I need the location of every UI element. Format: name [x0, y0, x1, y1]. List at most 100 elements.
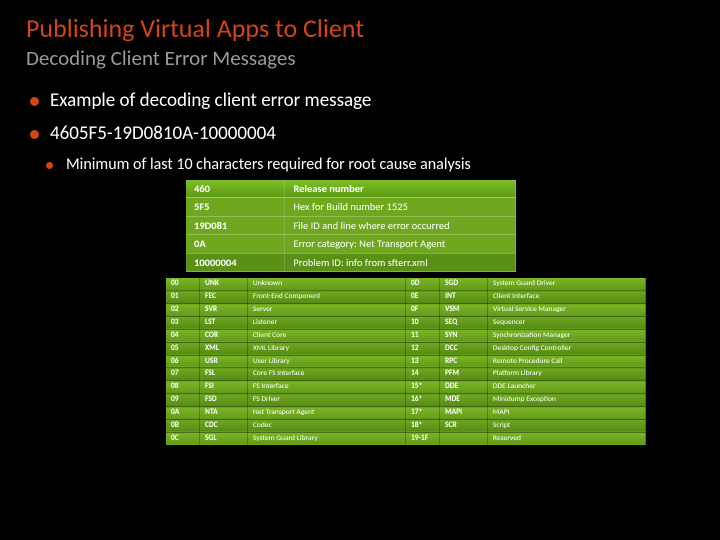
category-row: 04CORClient Core [166, 329, 406, 342]
category-row: 18*SCRScript [406, 419, 646, 432]
category-row: 11SYNSynchronization Manager [406, 329, 646, 342]
category-row: 01FECFront-End Component [166, 291, 406, 304]
category-name: FS Driver [247, 394, 405, 407]
category-abbr: SCR [440, 419, 488, 432]
slide-title: Publishing Virtual Apps to Client [26, 14, 694, 43]
slide-subtitle: Decoding Client Error Messages [26, 45, 694, 71]
category-name: Reserved [487, 432, 645, 445]
category-name: Synchronization Manager [487, 329, 645, 342]
category-code: 0D [406, 278, 440, 290]
category-row: 0ANTANet Transport Agent [166, 407, 406, 420]
category-code: 0F [406, 304, 440, 317]
decode-value: Error category: Net Transport Agent [285, 235, 516, 254]
category-code: 0B [166, 419, 200, 432]
decode-value: File ID and line where error occurred [285, 216, 516, 235]
category-abbr: FEC [200, 291, 248, 304]
category-abbr: RPC [440, 355, 488, 368]
category-name: Minidump Exception [487, 394, 645, 407]
category-name: MAPI [487, 407, 645, 420]
category-abbr: LST [200, 316, 248, 329]
category-name: Front-End Component [247, 291, 405, 304]
category-name: Platform Library [487, 368, 645, 381]
category-code: 13 [406, 355, 440, 368]
category-name: Server [247, 304, 405, 317]
category-abbr: SYN [440, 329, 488, 342]
category-code: 0C [166, 432, 200, 445]
category-name: Core FS Interface [247, 368, 405, 381]
category-row: 09FSDFS Driver [166, 394, 406, 407]
category-code: 15* [406, 381, 440, 394]
category-abbr: DDE [440, 381, 488, 394]
decode-row: 0AError category: Net Transport Agent [186, 235, 516, 254]
category-abbr: VSM [440, 304, 488, 317]
decode-key: 0A [186, 235, 285, 254]
category-row: 07FSLCore FS Interface [166, 368, 406, 381]
category-abbr: DCC [440, 342, 488, 355]
category-name: FS Interface [247, 381, 405, 394]
category-row: 03LSTListener [166, 316, 406, 329]
decode-key: 10000004 [186, 253, 285, 272]
decode-key: 19D081 [186, 216, 285, 235]
category-abbr: SVR [200, 304, 248, 317]
category-row: 06USRUser Library [166, 355, 406, 368]
category-abbr [440, 432, 488, 445]
category-abbr: MDE [440, 394, 488, 407]
category-abbr: MAPI [440, 407, 488, 420]
decode-table: 460Release number5F5Hex for Build number… [186, 180, 516, 273]
category-name: System Guard Driver [487, 278, 645, 290]
category-name: Client Core [247, 329, 405, 342]
category-row: 16*MDEMinidump Exception [406, 394, 646, 407]
category-code: 16* [406, 394, 440, 407]
categories-table-right: 0DSGDSystem Guard Driver0EINTClient Inte… [406, 278, 646, 445]
category-name: Virtual Service Manager [487, 304, 645, 317]
decode-key: 5F5 [186, 198, 285, 217]
category-name: Codec [247, 419, 405, 432]
category-code: 0E [406, 291, 440, 304]
categories-wrap: 00UNKUnknown01FECFront-End Component02SV… [166, 278, 646, 445]
category-code: 19-1F [406, 432, 440, 445]
decode-key: 460 [186, 180, 285, 198]
category-name: DDE Launcher [487, 381, 645, 394]
category-abbr: SGL [200, 432, 248, 445]
category-code: 10 [406, 316, 440, 329]
category-name: Remote Procedure Call [487, 355, 645, 368]
category-row: 13RPCRemote Procedure Call [406, 355, 646, 368]
decode-row: 10000004Problem ID: info from sfterr.xml [186, 253, 516, 272]
bullet-errorcode: 4605F5-19D0810A-10000004 [26, 122, 694, 145]
decode-row: 5F5Hex for Build number 1525 [186, 198, 516, 217]
category-row: 15*DDEDDE Launcher [406, 381, 646, 394]
decode-table-wrap: 460Release number5F5Hex for Build number… [186, 180, 516, 273]
category-row: 00UNKUnknown [166, 278, 406, 290]
category-row: 02SVRServer [166, 304, 406, 317]
category-name: Unknown [247, 278, 405, 290]
category-code: 00 [166, 278, 200, 290]
category-abbr: CDC [200, 419, 248, 432]
category-abbr: PFM [440, 368, 488, 381]
category-code: 07 [166, 368, 200, 381]
categories-table-left: 00UNKUnknown01FECFront-End Component02SV… [166, 278, 406, 445]
category-name: Client Interface [487, 291, 645, 304]
category-code: 11 [406, 329, 440, 342]
category-name: Script [487, 419, 645, 432]
decode-value: Release number [285, 180, 516, 198]
category-abbr: FSD [200, 394, 248, 407]
category-row: 0DSGDSystem Guard Driver [406, 278, 646, 290]
category-row: 0FVSMVirtual Service Manager [406, 304, 646, 317]
category-abbr: NTA [200, 407, 248, 420]
decode-value: Hex for Build number 1525 [285, 198, 516, 217]
category-code: 14 [406, 368, 440, 381]
category-row: 08FSIFS Interface [166, 381, 406, 394]
category-abbr: USR [200, 355, 248, 368]
category-abbr: FSI [200, 381, 248, 394]
category-code: 08 [166, 381, 200, 394]
category-code: 02 [166, 304, 200, 317]
category-abbr: XML [200, 342, 248, 355]
category-code: 12 [406, 342, 440, 355]
category-code: 05 [166, 342, 200, 355]
category-row: 17*MAPIMAPI [406, 407, 646, 420]
category-code: 09 [166, 394, 200, 407]
category-row: 14PFMPlatform Library [406, 368, 646, 381]
category-row: 0EINTClient Interface [406, 291, 646, 304]
category-name: User Library [247, 355, 405, 368]
category-code: 17* [406, 407, 440, 420]
